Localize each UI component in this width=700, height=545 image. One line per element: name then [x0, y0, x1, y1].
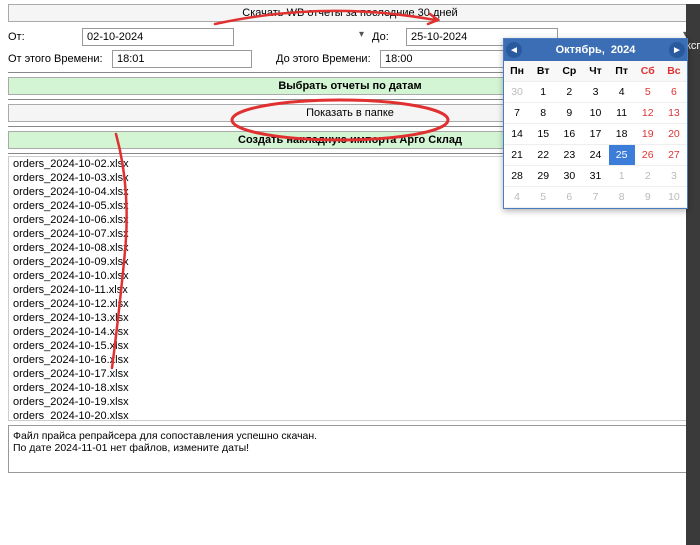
dp-day[interactable]: 16: [556, 124, 582, 145]
file-item[interactable]: orders_2024-10-19.xlsx: [9, 395, 691, 409]
dp-day[interactable]: 22: [530, 145, 556, 166]
dp-day[interactable]: 29: [530, 166, 556, 187]
from-date-input[interactable]: [82, 28, 234, 46]
file-item[interactable]: orders_2024-10-08.xlsx: [9, 241, 691, 255]
file-item[interactable]: orders_2024-10-20.xlsx: [9, 409, 691, 421]
dp-day[interactable]: 3: [582, 82, 608, 103]
dp-day[interactable]: 1: [530, 82, 556, 103]
dp-dow: Вс: [661, 61, 687, 82]
dp-day[interactable]: 26: [635, 145, 661, 166]
dp-day[interactable]: 18: [609, 124, 635, 145]
dp-day[interactable]: 31: [582, 166, 608, 187]
dp-day[interactable]: 15: [530, 124, 556, 145]
file-item[interactable]: orders_2024-10-16.xlsx: [9, 353, 691, 367]
dp-day[interactable]: 7: [504, 103, 530, 124]
log-line: Файл прайса репрайсера для сопоставления…: [13, 430, 687, 442]
file-item[interactable]: orders_2024-10-11.xlsx: [9, 283, 691, 297]
dp-day[interactable]: 5: [530, 187, 556, 208]
dp-day[interactable]: 11: [609, 103, 635, 124]
dp-dow: Чт: [582, 61, 608, 82]
file-item[interactable]: orders_2024-10-15.xlsx: [9, 339, 691, 353]
dp-day[interactable]: 25: [609, 145, 635, 166]
dp-day[interactable]: 4: [609, 82, 635, 103]
to-label: До:: [372, 31, 402, 43]
dp-day[interactable]: 7: [582, 187, 608, 208]
dp-day[interactable]: 14: [504, 124, 530, 145]
log-box: Файл прайса репрайсера для сопоставления…: [8, 425, 692, 473]
dp-day[interactable]: 24: [582, 145, 608, 166]
file-item[interactable]: orders_2024-10-17.xlsx: [9, 367, 691, 381]
file-item[interactable]: orders_2024-10-18.xlsx: [9, 381, 691, 395]
file-item[interactable]: orders_2024-10-14.xlsx: [9, 325, 691, 339]
download-30d-button[interactable]: Скачать WB отчеты за последние 30 дней: [8, 4, 692, 22]
file-item[interactable]: orders_2024-10-09.xlsx: [9, 255, 691, 269]
dp-day[interactable]: 2: [556, 82, 582, 103]
dp-day[interactable]: 17: [582, 124, 608, 145]
dp-dow: Вт: [530, 61, 556, 82]
dp-day[interactable]: 4: [504, 187, 530, 208]
dp-day[interactable]: 5: [635, 82, 661, 103]
file-item[interactable]: orders_2024-10-06.xlsx: [9, 213, 691, 227]
datepicker-grid: ПнВтСрЧтПтСбВс30123456789101112131415161…: [504, 61, 687, 208]
dp-day[interactable]: 2: [635, 166, 661, 187]
log-line: По дате 2024-11-01 нет файлов, измените …: [13, 442, 687, 454]
to-time-label: До этого Времени:: [276, 53, 376, 65]
dp-day[interactable]: 27: [661, 145, 687, 166]
dp-day[interactable]: 30: [504, 82, 530, 103]
dp-day[interactable]: 28: [504, 166, 530, 187]
dp-day[interactable]: 6: [556, 187, 582, 208]
dp-day[interactable]: 9: [635, 187, 661, 208]
datepicker: ◄ Октябрь, 2024 ► ПнВтСрЧтПтСбВс30123456…: [503, 38, 688, 209]
dp-day[interactable]: 3: [661, 166, 687, 187]
dp-day[interactable]: 10: [582, 103, 608, 124]
dp-day[interactable]: 19: [635, 124, 661, 145]
file-item[interactable]: orders_2024-10-12.xlsx: [9, 297, 691, 311]
datepicker-title[interactable]: Октябрь, 2024: [556, 44, 636, 56]
dp-day[interactable]: 1: [609, 166, 635, 187]
datepicker-prev[interactable]: ◄: [506, 42, 522, 58]
dp-day[interactable]: 13: [661, 103, 687, 124]
file-item[interactable]: orders_2024-10-07.xlsx: [9, 227, 691, 241]
dp-dow: Пт: [609, 61, 635, 82]
dp-day[interactable]: 8: [609, 187, 635, 208]
to-time-input[interactable]: [380, 50, 520, 68]
file-item[interactable]: orders_2024-10-10.xlsx: [9, 269, 691, 283]
datepicker-next[interactable]: ►: [669, 42, 685, 58]
dp-day[interactable]: 12: [635, 103, 661, 124]
dp-day[interactable]: 6: [661, 82, 687, 103]
dp-day[interactable]: 10: [661, 187, 687, 208]
dp-day[interactable]: 21: [504, 145, 530, 166]
file-item[interactable]: orders_2024-10-13.xlsx: [9, 311, 691, 325]
dp-day[interactable]: 30: [556, 166, 582, 187]
dp-day[interactable]: 23: [556, 145, 582, 166]
from-time-input[interactable]: [112, 50, 252, 68]
from-label: От:: [8, 31, 78, 43]
cropped-sidebar: кспе: [686, 4, 700, 545]
from-time-label: От этого Времени:: [8, 53, 108, 65]
dp-dow: Сб: [635, 61, 661, 82]
dp-dow: Ср: [556, 61, 582, 82]
dp-day[interactable]: 20: [661, 124, 687, 145]
dp-dow: Пн: [504, 61, 530, 82]
dp-day[interactable]: 8: [530, 103, 556, 124]
dp-day[interactable]: 9: [556, 103, 582, 124]
